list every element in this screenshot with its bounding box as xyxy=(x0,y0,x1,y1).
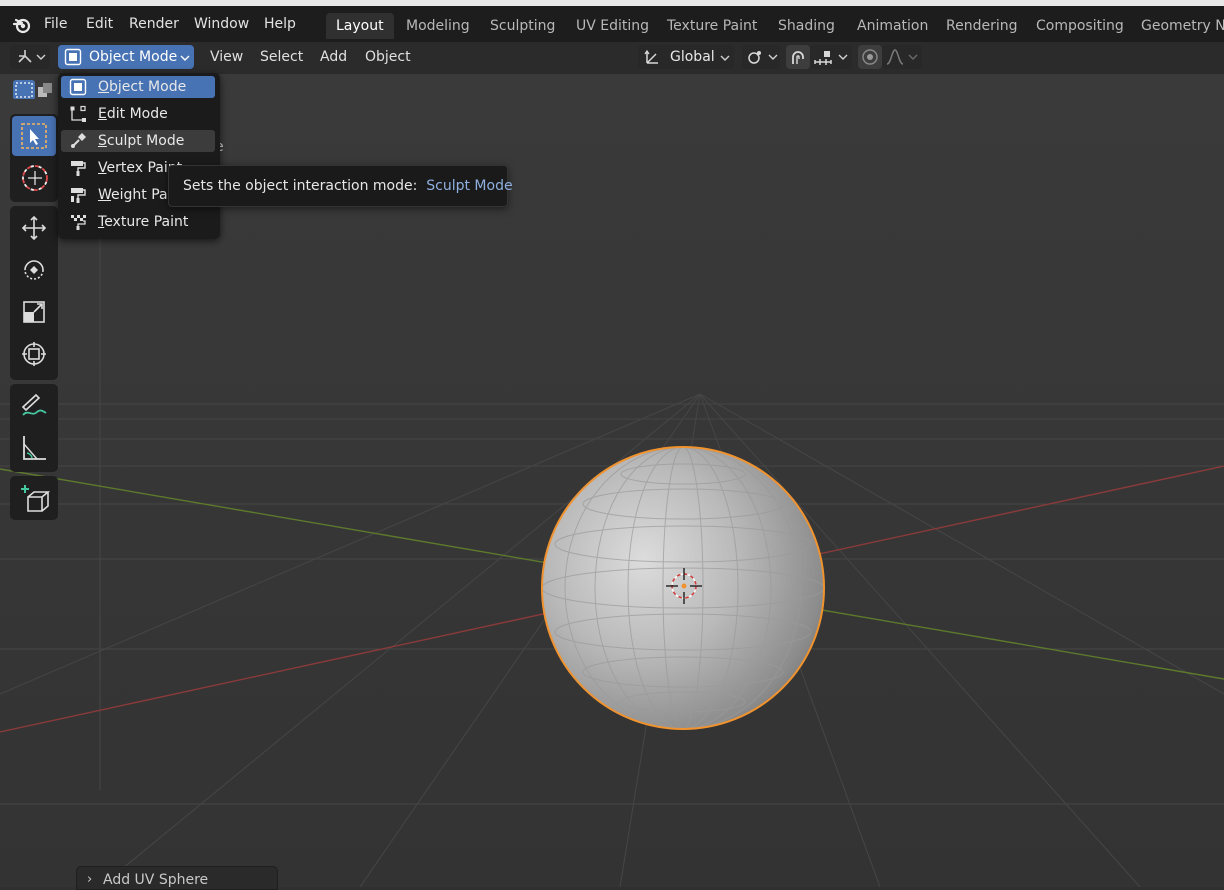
mode-item-label: bject Mode xyxy=(109,79,187,95)
menu-select[interactable]: Select xyxy=(260,47,303,67)
menu-render[interactable]: Render xyxy=(129,14,179,34)
menu-object[interactable]: Object xyxy=(365,47,411,67)
tab-texture-paint[interactable]: Texture Paint xyxy=(657,13,767,39)
vertex-paint-icon xyxy=(71,161,86,176)
orientation-label: Global xyxy=(670,49,715,65)
transform-tool[interactable] xyxy=(12,334,56,374)
toolbar-annotate-group xyxy=(10,384,58,472)
snap-increment-icon xyxy=(814,51,848,65)
tooltip-description: Sets the object interaction mode: xyxy=(183,178,418,194)
select-box-icon xyxy=(21,123,47,149)
last-operation-panel[interactable]: › Add UV Sphere xyxy=(76,866,278,890)
object-mode-icon xyxy=(64,48,82,66)
mode-item-sculpt[interactable]: Sculpt Mode xyxy=(61,130,215,152)
menu-file[interactable]: File xyxy=(44,14,67,34)
tab-uv-editing[interactable]: UV Editing xyxy=(566,13,659,39)
scale-tool[interactable] xyxy=(12,292,56,332)
rotate-tool[interactable] xyxy=(12,250,56,290)
move-icon xyxy=(21,215,47,241)
blender-logo-icon[interactable] xyxy=(12,15,32,35)
snap-target-dropdown[interactable] xyxy=(810,45,852,69)
mode-item-label-mnemonic: V xyxy=(98,160,107,176)
scale-icon xyxy=(23,301,45,323)
measure-tool[interactable] xyxy=(12,428,56,468)
tab-rendering[interactable]: Rendering xyxy=(936,13,1028,39)
mode-item-edit[interactable]: Edit Mode xyxy=(61,103,215,125)
chevron-down-icon xyxy=(720,55,730,61)
mode-item-label-mnemonic: O xyxy=(98,79,110,95)
proportional-falloff-dropdown[interactable] xyxy=(882,45,922,69)
mode-item-texture-paint[interactable]: Texture Paint xyxy=(61,211,215,233)
tab-layout[interactable]: Layout xyxy=(326,13,394,39)
magnet-icon xyxy=(792,51,804,64)
object-mode-icon xyxy=(69,78,87,96)
select-box-tool[interactable] xyxy=(12,116,56,156)
mode-selector-button[interactable]: Object Mode xyxy=(58,45,194,69)
menu-window[interactable]: Window xyxy=(194,14,249,34)
toolbar-transform-group xyxy=(10,206,58,380)
add-cube-tool[interactable] xyxy=(12,478,56,518)
menu-help[interactable]: Help xyxy=(264,14,296,34)
editor-type-button[interactable] xyxy=(10,45,50,69)
chevron-right-icon: › xyxy=(87,872,93,887)
tab-animation[interactable]: Animation xyxy=(847,13,938,39)
annotate-tool[interactable] xyxy=(12,386,56,426)
menu-view[interactable]: View xyxy=(210,47,243,67)
menu-add[interactable]: Add xyxy=(320,47,347,67)
mode-item-label: culpt Mode xyxy=(106,133,185,149)
tab-geometry-nodes[interactable]: Geometry Nodes xyxy=(1131,13,1224,39)
mode-item-label: exture Paint xyxy=(104,214,189,230)
proportional-edit-icon xyxy=(862,49,878,65)
toolbar-add-group xyxy=(10,476,58,520)
mode-item-label-mnemonic: E xyxy=(98,106,107,122)
rotate-icon xyxy=(24,260,44,280)
mode-item-label-mnemonic: W xyxy=(98,187,112,203)
annotate-pencil-icon xyxy=(21,393,47,416)
pivot-point-dropdown[interactable] xyxy=(742,45,780,69)
transform-orientation-dropdown[interactable]: Global xyxy=(638,45,734,69)
3d-cursor-icon xyxy=(22,165,48,191)
tab-modeling[interactable]: Modeling xyxy=(396,13,480,39)
3d-viewport-icon xyxy=(18,50,46,63)
selection-mode-buttons xyxy=(10,78,58,100)
pivot-icon xyxy=(748,51,778,64)
tab-compositing[interactable]: Compositing xyxy=(1026,13,1134,39)
mode-dropdown-menu: Object Mode Edit Mode Sculpt Mode Vertex… xyxy=(58,73,220,239)
mode-tooltip: Sets the object interaction mode: Sculpt… xyxy=(168,165,513,207)
texture-paint-icon xyxy=(71,215,86,230)
mode-item-label: dit Mode xyxy=(106,106,168,122)
menu-edit[interactable]: Edit xyxy=(86,14,113,34)
tooltip-value: Sculpt Mode xyxy=(426,178,513,194)
move-tool[interactable] xyxy=(12,208,56,248)
tab-shading[interactable]: Shading xyxy=(768,13,845,39)
mode-item-label-mnemonic: S xyxy=(98,133,107,149)
viewport-header: Object Mode View Select Add Object Globa… xyxy=(0,42,1224,74)
measure-ruler-icon xyxy=(23,436,46,460)
chevron-down-icon xyxy=(180,55,190,61)
mode-item-object[interactable]: Object Mode xyxy=(61,76,215,98)
sculpt-mode-icon xyxy=(71,133,86,148)
top-bar: File Edit Render Window Help Layout Mode… xyxy=(0,6,1224,42)
edit-mode-icon xyxy=(70,105,86,122)
cursor-tool[interactable] xyxy=(12,158,56,198)
snap-toggle-button[interactable] xyxy=(786,45,810,69)
proportional-editing-toggle[interactable] xyxy=(858,45,882,69)
add-cube-icon xyxy=(21,485,50,512)
last-operation-label: Add UV Sphere xyxy=(103,872,209,888)
orientation-gizmo-icon xyxy=(644,49,658,64)
transform-icon xyxy=(22,342,46,366)
toolbar-select-group xyxy=(10,114,58,202)
mode-selector-label: Object Mode xyxy=(89,49,178,65)
weight-paint-icon xyxy=(71,188,86,203)
falloff-curve-icon xyxy=(886,49,918,65)
select-box-mode-icon[interactable] xyxy=(12,79,58,99)
tab-sculpting[interactable]: Sculpting xyxy=(480,13,565,39)
